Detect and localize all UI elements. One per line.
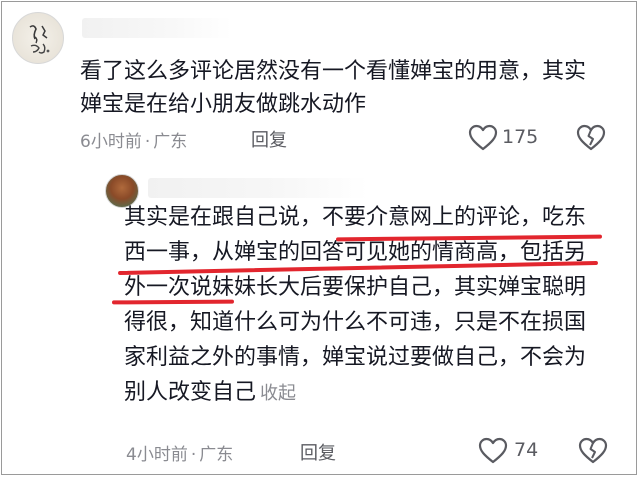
username-redacted[interactable] bbox=[148, 178, 368, 198]
comment-meta: 6小时前 · 广东 bbox=[80, 132, 188, 152]
dislike-icon[interactable] bbox=[576, 124, 606, 152]
dislike-icon[interactable] bbox=[578, 437, 608, 465]
comment-text: 看了这么多评论居然没有一个看懂婵宝的用意，其实婵宝是在给小朋友做跳水动作 bbox=[80, 59, 587, 117]
comment-text: 其实是在跟自己说，不要介意网上的评论，吃东西一事，从婵宝的回答可见她的情商高，包… bbox=[124, 200, 604, 411]
avatar[interactable] bbox=[12, 12, 64, 64]
like-count: 175 bbox=[502, 126, 539, 148]
username-redacted[interactable] bbox=[82, 18, 232, 38]
highlight-underline bbox=[111, 299, 235, 305]
collapse-button[interactable]: 收起 bbox=[260, 383, 296, 404]
comment-meta: 4小时前 · 广东 bbox=[126, 445, 234, 465]
timestamp: 6小时前 bbox=[80, 132, 142, 152]
heart-icon[interactable] bbox=[478, 437, 508, 465]
heart-icon[interactable] bbox=[468, 124, 498, 152]
timestamp: 4小时前 bbox=[126, 445, 188, 465]
location: 广东 bbox=[199, 445, 234, 465]
location: 广东 bbox=[153, 132, 188, 152]
like-count: 74 bbox=[514, 439, 539, 461]
reply-button[interactable]: 回复 bbox=[251, 126, 287, 152]
reply-button[interactable]: 回复 bbox=[300, 439, 336, 465]
